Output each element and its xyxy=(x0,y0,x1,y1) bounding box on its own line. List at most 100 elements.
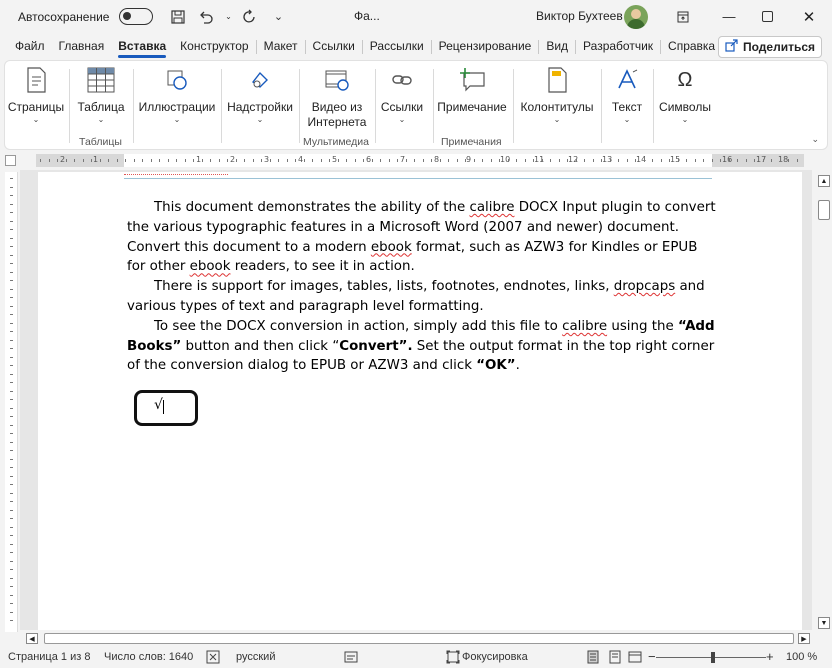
undo-icon[interactable] xyxy=(195,6,217,28)
header-footer-button[interactable]: Колонтитулы ⌄ xyxy=(519,65,595,125)
zoom-slider-thumb[interactable] xyxy=(711,652,715,663)
proofing-icon[interactable] xyxy=(206,650,220,664)
ruler-tick xyxy=(10,263,13,264)
focus-icon[interactable] xyxy=(446,650,460,664)
tab-mailings[interactable]: Рассылки xyxy=(363,33,431,60)
paragraph-1: This document demonstrates the ability o… xyxy=(127,198,717,277)
close-icon[interactable]: ✕ xyxy=(786,0,832,33)
language[interactable]: русский xyxy=(236,651,275,663)
tab-review[interactable]: Рецензирование xyxy=(432,33,539,60)
tab-file[interactable]: Файл xyxy=(8,33,52,60)
zoom-in-button[interactable]: + xyxy=(766,649,774,664)
square-root-symbol[interactable]: √ xyxy=(154,397,163,413)
links-button[interactable]: Ссылки ⌄ xyxy=(377,65,427,125)
ruler-number: 2 xyxy=(60,155,66,164)
ruler-tick xyxy=(303,159,305,162)
ruler-tick xyxy=(10,314,13,315)
ruler-tick xyxy=(278,159,279,162)
table-button[interactable]: Таблица ⌄ xyxy=(75,65,127,125)
tab-insert[interactable]: Вставка xyxy=(111,33,173,60)
vertical-ruler[interactable] xyxy=(5,172,18,632)
document-body[interactable]: This document demonstrates the ability o… xyxy=(127,198,717,376)
spelling-error[interactable]: calibre xyxy=(562,319,607,334)
share-button[interactable]: Поделиться xyxy=(718,36,822,58)
ruler-tick xyxy=(10,433,13,434)
ruler-tick xyxy=(558,159,560,162)
illustrations-icon xyxy=(162,65,192,95)
ruler-tick xyxy=(10,246,13,247)
ruler-tick xyxy=(10,237,13,239)
ruler-tick xyxy=(10,526,13,528)
group-divider xyxy=(299,69,300,143)
scroll-down-icon[interactable]: ▼ xyxy=(818,617,830,629)
vertical-scrollbar[interactable] xyxy=(814,172,832,632)
ruler-number: 1 xyxy=(93,155,99,164)
ruler-tick xyxy=(269,159,271,162)
ruler-tick xyxy=(677,159,679,162)
share-icon xyxy=(725,39,738,55)
tab-selector[interactable] xyxy=(5,155,16,166)
ruler-tick xyxy=(10,569,13,570)
ribbon: Страницы ⌄ Таблица ⌄ Таблицы Иллюстрации… xyxy=(4,60,828,150)
ribbon-display-icon[interactable] xyxy=(660,0,706,33)
ruler-tick xyxy=(10,373,13,375)
ruler-tick xyxy=(10,501,13,502)
user-name[interactable]: Виктор Бухтеев xyxy=(536,9,623,23)
zoom-out-button[interactable]: − xyxy=(648,649,656,664)
tab-references[interactable]: Ссылки xyxy=(306,33,362,60)
redo-icon[interactable] xyxy=(239,6,261,28)
spelling-error[interactable]: calibre xyxy=(469,200,514,215)
accessibility-icon[interactable] xyxy=(344,650,358,664)
customize-toolbar-icon[interactable]: ⌄ xyxy=(267,6,289,28)
scroll-left-icon[interactable]: ◀ xyxy=(26,633,38,644)
scroll-up-icon[interactable]: ▲ xyxy=(818,175,830,187)
tab-home[interactable]: Главная xyxy=(52,33,112,60)
collapse-ribbon-icon[interactable]: ⌄ xyxy=(811,134,819,145)
tab-developer[interactable]: Разработчик xyxy=(576,33,660,60)
text-button[interactable]: Текст ⌄ xyxy=(605,65,649,125)
spelling-error[interactable]: ebook xyxy=(371,240,412,255)
ruler-number: 12 xyxy=(568,155,579,164)
word-count[interactable]: Число слов: 1640 xyxy=(104,651,193,663)
comment-button[interactable]: Примечание xyxy=(437,65,507,115)
avatar[interactable] xyxy=(624,5,648,29)
ruler-tick xyxy=(609,159,611,162)
read-mode-icon[interactable] xyxy=(586,650,600,664)
undo-dropdown-icon[interactable]: ⌄ xyxy=(223,6,233,28)
ruler-tick xyxy=(10,586,13,587)
spelling-error[interactable]: dropcaps xyxy=(614,279,675,294)
chevron-down-icon: ⌄ xyxy=(32,115,40,124)
ruler-tick xyxy=(57,159,58,162)
tab-layout[interactable]: Макет xyxy=(257,33,305,60)
scroll-right-icon[interactable]: ▶ xyxy=(798,633,810,644)
illustrations-button[interactable]: Иллюстрации ⌄ xyxy=(139,65,215,125)
tab-design[interactable]: Конструктор xyxy=(173,33,255,60)
web-layout-icon[interactable] xyxy=(628,650,642,664)
horizontal-ruler[interactable]: 2 1 1 2 3 4 5 6 7 8 9 10 11 12 13 14 15 … xyxy=(36,154,804,167)
print-layout-icon[interactable] xyxy=(608,650,622,664)
symbols-button[interactable]: Ω Символы ⌄ xyxy=(657,65,713,125)
save-icon[interactable] xyxy=(167,6,189,28)
spelling-error[interactable]: ebook xyxy=(190,259,231,274)
ruler-number: 7 xyxy=(400,155,406,164)
ruler-tick xyxy=(762,159,764,162)
zoom-level[interactable]: 100 % xyxy=(786,651,817,663)
tab-view[interactable]: Вид xyxy=(539,33,575,60)
ruler-tick xyxy=(10,203,13,205)
ruler-tick xyxy=(10,484,13,485)
ruler-tick xyxy=(218,159,220,162)
ruler-tick xyxy=(10,229,13,230)
horizontal-scroll-thumb[interactable] xyxy=(44,633,794,644)
ruler-tick xyxy=(74,159,75,162)
ruler-number: 15 xyxy=(670,155,681,164)
focus-mode[interactable]: Фокусировка xyxy=(462,651,528,663)
pages-button[interactable]: Страницы ⌄ xyxy=(8,65,64,125)
page-count[interactable]: Страница 1 из 8 xyxy=(8,651,90,663)
autosave-toggle[interactable] xyxy=(119,8,154,25)
addins-button[interactable]: Надстройки ⌄ xyxy=(227,65,293,125)
online-video-button[interactable]: Видео из Интернета xyxy=(305,65,369,130)
pages-label: Страницы xyxy=(7,100,65,114)
maximize-icon[interactable] xyxy=(744,0,790,33)
tab-help[interactable]: Справка xyxy=(661,33,722,60)
vertical-scroll-thumb[interactable] xyxy=(818,200,830,220)
